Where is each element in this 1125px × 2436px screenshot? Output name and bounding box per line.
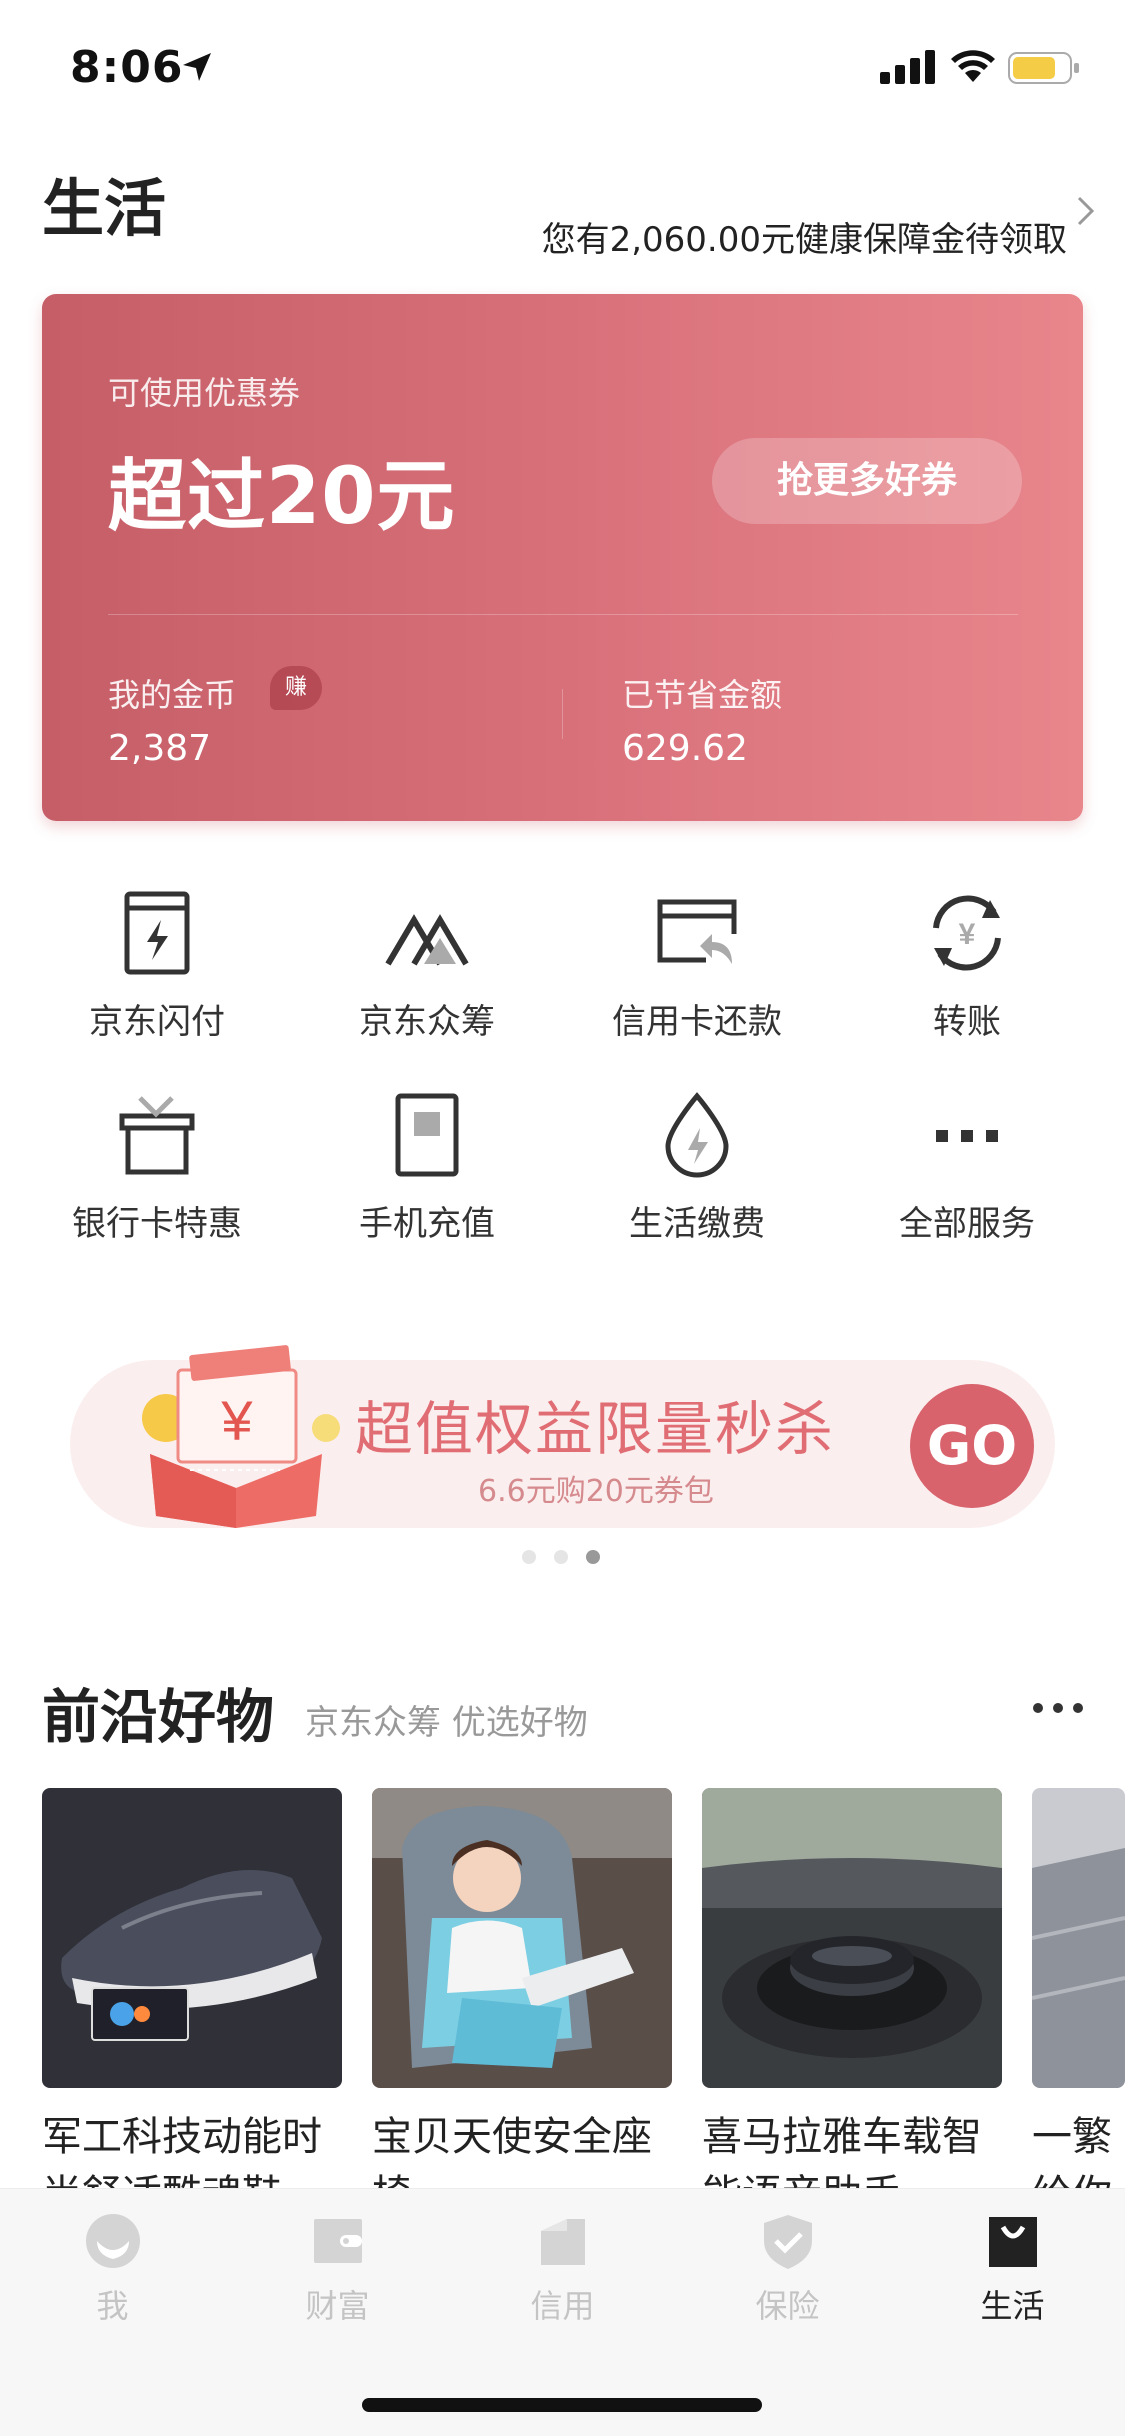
divider: [562, 689, 563, 739]
product-card[interactable]: 喜马拉雅车载智 能语音助手: [702, 1788, 1002, 2224]
service-label: 手机充值: [359, 1204, 495, 1244]
service-transfer[interactable]: ¥ 转账: [832, 890, 1102, 1043]
service-label: 生活缴费: [629, 1204, 765, 1244]
product-title-line: 军工科技动能时: [42, 2114, 322, 2160]
service-jd-flash-pay[interactable]: 京东闪付: [22, 890, 292, 1043]
coupon-label: 可使用优惠券: [108, 374, 301, 412]
tab-insurance[interactable]: 保险: [675, 2211, 900, 2327]
chevron-right-icon[interactable]: [1073, 194, 1099, 228]
service-label: 转账: [933, 1002, 1001, 1042]
my-coins-value: 2,387: [108, 728, 212, 769]
product-title-line: 宝贝天使安全座: [372, 2114, 652, 2160]
status-time: 8:06: [70, 42, 184, 93]
product-card[interactable]: 军工科技动能时 尚舒适酷魂鞋: [42, 1788, 342, 2224]
service-all-services[interactable]: 全部服务: [832, 1092, 1102, 1245]
service-phone-topup[interactable]: 手机充值: [292, 1092, 562, 1245]
saved-amount-value: 629.62: [622, 728, 748, 769]
svg-text:¥: ¥: [959, 918, 976, 951]
shield-icon: [763, 2215, 812, 2269]
product-title-line: 一繁: [1032, 2114, 1112, 2160]
page-title: 生活: [42, 172, 167, 245]
banner-page-indicator: [520, 1550, 610, 1564]
location-arrow-icon: [183, 53, 211, 81]
product-image-car-assistant[interactable]: [702, 1788, 1002, 2088]
jd-flash-pay-icon: [124, 891, 190, 975]
coupon-summary-card[interactable]: 可使用优惠券 超过20元 抢更多好券 我的金币 赚 2,387 已节省金额 62…: [42, 294, 1083, 821]
page-dot-active: [586, 1550, 600, 1564]
red-gift-box-icon: ¥: [142, 1345, 340, 1528]
earn-badge[interactable]: 赚: [270, 666, 322, 710]
section-title: 前沿好物: [42, 1683, 275, 1751]
saved-amount-label: 已节省金额: [622, 676, 783, 714]
product-image-shoe[interactable]: [42, 1788, 342, 2088]
utility-payment-icon: [665, 1092, 729, 1178]
tab-life[interactable]: 生活: [900, 2211, 1125, 2327]
transfer-icon: ¥: [933, 895, 1001, 971]
product-title-line: 喜马拉雅车载智: [702, 2114, 982, 2160]
page-dot: [554, 1550, 568, 1564]
tab-label: 保险: [755, 2287, 820, 2325]
service-label: 银行卡特惠: [72, 1204, 242, 1244]
divider: [108, 614, 1018, 615]
wallet-icon: [313, 2219, 362, 2263]
credit-card-repay-icon: [657, 899, 737, 964]
health-fund-notice-link[interactable]: 您有2,060.00元健康保障金待领取: [542, 212, 1067, 261]
promo-go-button[interactable]: GO: [910, 1384, 1034, 1508]
product-card[interactable]: 一繁 给你: [1032, 1788, 1125, 2224]
service-jd-crowdfunding[interactable]: 京东众筹: [292, 890, 562, 1043]
cellular-signal-icon: [880, 50, 935, 84]
product-image-child-seat[interactable]: [372, 1788, 672, 2088]
home-indicator[interactable]: [362, 2398, 762, 2412]
more-options-icon[interactable]: [1030, 1700, 1086, 1716]
product-card[interactable]: 宝贝天使安全座 椅: [372, 1788, 672, 2224]
status-bar: 8:06: [0, 0, 1125, 132]
phone-topup-icon: [395, 1093, 459, 1177]
yuan-symbol: ¥: [220, 1389, 253, 1452]
tab-wealth[interactable]: 财富: [225, 2211, 450, 2327]
more-dots-icon: [936, 1130, 998, 1142]
page-dot: [522, 1550, 536, 1564]
get-more-coupons-button[interactable]: 抢更多好券: [712, 438, 1022, 524]
jd-crowdfunding-icon: [385, 914, 469, 966]
tab-me[interactable]: 我: [0, 2211, 225, 2327]
tab-label: 信用: [530, 2287, 595, 2325]
service-label: 全部服务: [899, 1204, 1035, 1244]
service-bank-card-offers[interactable]: 银行卡特惠: [22, 1092, 292, 1245]
tab-credit[interactable]: 信用: [450, 2211, 675, 2327]
tab-label: 我: [96, 2287, 129, 2325]
my-coins-label[interactable]: 我的金币: [108, 670, 236, 716]
tab-label: 财富: [305, 2287, 370, 2325]
service-utility-payment[interactable]: 生活缴费: [562, 1092, 832, 1245]
section-subtitle: 京东众筹 优选好物: [305, 1703, 588, 1743]
wifi-icon: [951, 50, 995, 82]
credit-icon: [540, 2219, 585, 2265]
profile-icon: [85, 2214, 140, 2268]
gift-box-icon: [119, 1096, 195, 1175]
product-image-bedding[interactable]: [1032, 1788, 1125, 2088]
promo-subtitle: 6.6元购20元券包: [478, 1474, 714, 1509]
service-label: 京东闪付: [89, 1002, 225, 1042]
service-label: 京东众筹: [359, 1002, 495, 1042]
service-credit-card-repay[interactable]: 信用卡还款: [562, 890, 832, 1043]
battery-icon: [1008, 52, 1079, 84]
service-label: 信用卡还款: [612, 1002, 782, 1042]
shopping-bag-icon: [988, 2217, 1037, 2267]
coupon-amount: 超过20元: [108, 452, 456, 542]
tab-label: 生活: [980, 2287, 1045, 2325]
promo-title: 超值权益限量秒杀: [355, 1395, 836, 1463]
